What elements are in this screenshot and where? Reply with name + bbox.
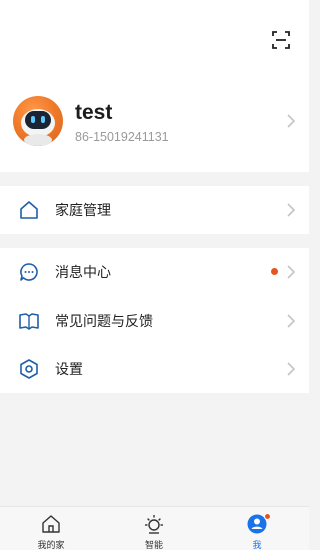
scan-button[interactable] [270,29,292,51]
menu-item-home-management[interactable]: 家庭管理 [0,186,309,234]
bottom-tab-bar: 我的家 智能 我 [0,506,309,550]
book-icon [19,313,39,330]
tab-my-home[interactable]: 我的家 [11,507,91,550]
menu-item-settings[interactable]: 设置 [0,345,309,393]
tab-label: 智能 [144,541,163,550]
home-icon [42,515,60,533]
chevron-right-icon [287,203,296,217]
username: test [75,101,113,124]
tab-me[interactable]: 我 [217,507,297,550]
menu-item-faq-feedback[interactable]: 常见问题与反馈 [0,297,309,345]
scan-icon [272,31,290,49]
home-section: 家庭管理 [0,186,309,234]
sun-icon [145,515,163,534]
chat-icon [20,263,38,281]
menu-label: 设置 [55,362,83,378]
profile-header: test 86-15019241131 [0,0,309,172]
tab-label: 我的家 [37,541,65,550]
profile-card[interactable]: test 86-15019241131 [0,90,309,152]
settings-icon [20,359,38,379]
tab-smart[interactable]: 智能 [114,507,194,550]
tab-badge [264,513,271,520]
avatar[interactable] [13,96,63,146]
menu-label: 家庭管理 [55,203,111,219]
robot-avatar-icon [21,109,55,146]
menu-item-message-center[interactable]: 消息中心 [0,248,309,296]
menu-label: 常见问题与反馈 [55,314,153,330]
unread-badge [271,268,278,275]
chevron-right-icon [287,114,296,128]
tab-label: 我 [252,541,262,550]
chevron-right-icon [287,314,296,328]
general-section: 消息中心 常见问题与反馈 设置 [0,248,309,393]
chevron-right-icon [287,362,296,376]
menu-label: 消息中心 [55,265,111,281]
phone-number: 86-15019241131 [75,130,169,144]
chevron-right-icon [287,265,296,279]
home-icon [20,201,38,219]
